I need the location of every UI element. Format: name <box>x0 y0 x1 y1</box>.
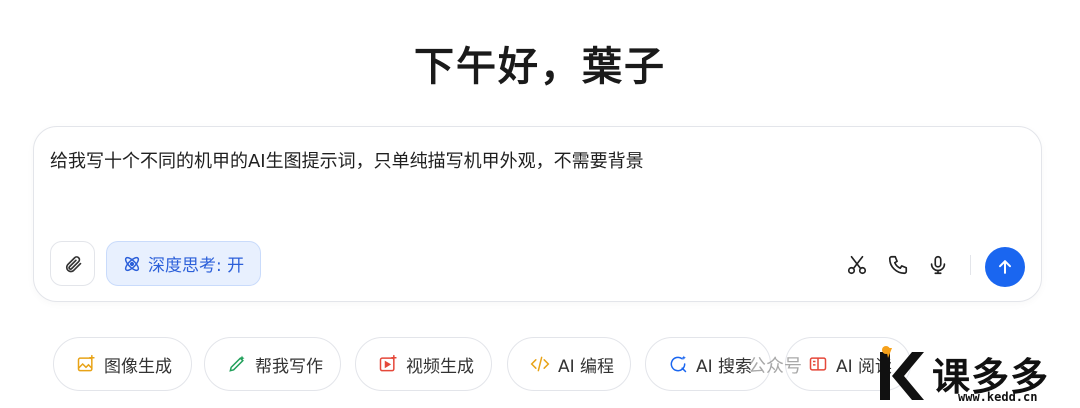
paperclip-icon <box>65 255 81 272</box>
atom-icon <box>124 256 140 271</box>
greeting-title: 下午好，葉子 <box>414 44 666 90</box>
video-icon <box>379 354 397 372</box>
call-button[interactable] <box>886 253 910 277</box>
toolbar-divider <box>970 255 971 275</box>
scissors-button[interactable] <box>845 253 869 277</box>
search-icon <box>670 355 687 373</box>
code-icon <box>530 356 550 372</box>
chip-label: AI 搜索 <box>696 356 753 377</box>
phone-icon <box>888 255 908 275</box>
chip-label: 图像生成 <box>104 356 172 377</box>
arrow-up-icon <box>999 260 1011 274</box>
chip-label: 视频生成 <box>406 356 474 377</box>
deep-think-toggle[interactable]: 深度思考: 开 <box>106 241 261 286</box>
logo-url: www.kedd.cn <box>958 390 1038 404</box>
logo-k-icon <box>880 346 924 400</box>
watermark-logo: 课多多 www.kedd.cn <box>878 346 1078 406</box>
book-icon <box>809 357 827 371</box>
attach-button[interactable] <box>50 241 95 286</box>
deep-think-label: 深度思考: 开 <box>148 256 245 276</box>
chip-label: AI 编程 <box>558 356 615 377</box>
chip-image-gen[interactable]: 图像生成 <box>53 337 192 391</box>
chip-coding[interactable]: AI 编程 <box>507 337 631 391</box>
pen-icon <box>229 355 245 372</box>
voice-button[interactable] <box>926 253 950 277</box>
chip-video-gen[interactable]: 视频生成 <box>355 337 492 391</box>
chat-composer: 给我写十个不同的机甲的AI生图提示词，只单纯描写机甲外观，不需要背景 深度思考:… <box>33 126 1042 302</box>
send-button[interactable] <box>985 247 1025 287</box>
scissors-icon <box>847 255 867 275</box>
chip-label: 帮我写作 <box>255 356 323 377</box>
prompt-input[interactable]: 给我写十个不同的机甲的AI生图提示词，只单纯描写机甲外观，不需要背景 <box>50 147 644 173</box>
chip-writing[interactable]: 帮我写作 <box>204 337 341 391</box>
microphone-icon <box>930 255 946 275</box>
image-gen-icon <box>77 354 95 372</box>
watermark-text: 公众号 <box>748 356 802 377</box>
